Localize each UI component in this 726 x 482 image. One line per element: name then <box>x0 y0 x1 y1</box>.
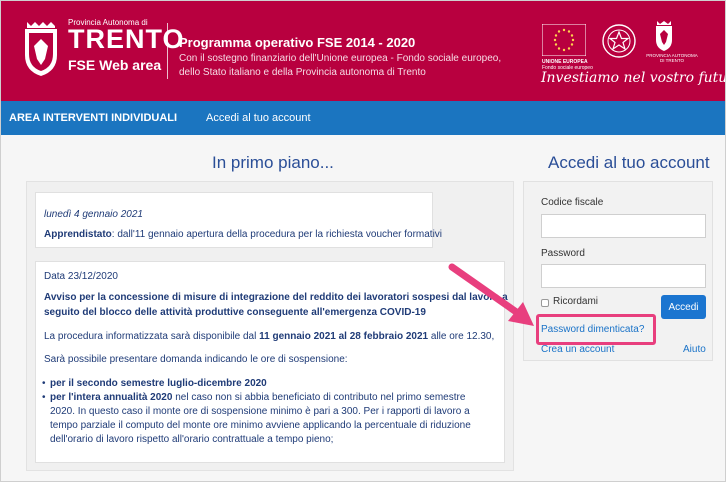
bullet-2-line-1: nel caso non si abbia beneficiato di con… <box>175 392 466 403</box>
news-panel: lunedì 4 gennaio 2021 Apprendistato: dal… <box>26 181 514 471</box>
program-desc-2: dello Stato italiano e della Provincia a… <box>179 67 426 78</box>
main-content: In primo piano... Accedi al tuo account … <box>1 135 725 481</box>
navbar: AREA INTERVENTI INDIVIDUALI Accedi al tu… <box>1 101 725 135</box>
trento-crest-icon <box>25 22 57 76</box>
bullet-2-line-2: 2020. In questo caso il monte ore di sos… <box>50 406 470 417</box>
news-item-1-label: Apprendistato <box>44 229 112 240</box>
news-item-2-heading-1: Avviso per la concessione di misure di i… <box>44 292 508 303</box>
province-logo-label-2: DI TRENTO <box>659 58 685 63</box>
bullet-2-bold: per l'intera annualità 2020 <box>50 392 173 403</box>
forgot-password-highlight <box>536 314 656 345</box>
bullet-icon: • <box>42 392 46 403</box>
password-input[interactable] <box>541 264 706 288</box>
news-item-2-intro: Sarà possibile presentare domanda indica… <box>44 354 348 365</box>
news-item-2-p1c: alle ore 12.30, <box>428 331 495 342</box>
slogan: Investiamo nel vostro futuro <box>541 70 726 86</box>
news-item-2-availability: La procedura informatizzata sarà disponi… <box>44 330 494 344</box>
program-title: Programma operativo FSE 2014 - 2020 <box>179 35 416 50</box>
news-item-1-text: Apprendistato: dall'11 gennaio apertura … <box>44 228 442 242</box>
remember-checkbox[interactable] <box>541 299 549 307</box>
news-item-2-p1a: La procedura informatizzata sarà disponi… <box>44 331 260 342</box>
news-item-1-date: lunedì 4 gennaio 2021 <box>44 209 143 220</box>
news-item-2-list: • per il secondo semestre luglio-dicembr… <box>42 377 515 447</box>
codice-fiscale-input[interactable] <box>541 214 706 238</box>
eu-flag-icon <box>542 24 586 56</box>
bullet-icon: • <box>42 378 46 389</box>
news-item-1: lunedì 4 gennaio 2021 Apprendistato: dal… <box>35 192 442 248</box>
area-name: FSE Web area <box>68 57 162 73</box>
create-account-link[interactable]: Crea un account <box>541 344 614 355</box>
news-item-2-heading: Avviso per la concessione di misure di i… <box>44 290 508 320</box>
news-item-2-p1b: 11 gennaio 2021 al 28 febbraio 2021 <box>259 331 429 342</box>
bullet-2-line-4: dell'orario di lavoro rispetto all'orari… <box>50 434 334 445</box>
remember-label[interactable]: Ricordami <box>553 296 598 307</box>
list-item: • per il secondo semestre luglio-dicembr… <box>42 377 515 391</box>
codice-fiscale-label: Codice fiscale <box>541 197 604 208</box>
login-section-title: Accedi al tuo account <box>548 153 710 172</box>
bullet-1-text: per il secondo semestre luglio-dicembre … <box>50 378 267 389</box>
news-item-2-heading-2: seguito del blocco delle attività produt… <box>44 307 426 318</box>
page: Provincia Autonoma di TRENTO FSE Web are… <box>0 0 726 482</box>
trento-eagle-icon <box>656 21 672 51</box>
site-header: Provincia Autonoma di TRENTO FSE Web are… <box>1 1 726 101</box>
program-desc-1: Con il sostegno finanziario dell'Unione … <box>179 53 502 64</box>
list-item: • per l'intera annualità 2020 nel caso n… <box>42 391 515 447</box>
news-item-2: Data 23/12/2020 Avviso per la concession… <box>35 261 508 463</box>
navbar-login-link[interactable]: Accedi al tuo account <box>206 112 311 124</box>
password-label: Password <box>541 248 585 259</box>
bullet-2-line-3: tempo parziale il computo del monte ore … <box>50 420 471 431</box>
header-divider <box>167 23 168 79</box>
news-item-2-date: Data 23/12/2020 <box>44 271 118 282</box>
province-logo-label: PROVINCIA AUTONOMA DI TRENTO <box>642 53 702 63</box>
news-item-1-body: : dall'11 gennaio apertura della procedu… <box>111 229 443 240</box>
navbar-section-title[interactable]: AREA INTERVENTI INDIVIDUALI <box>9 112 177 124</box>
italian-emblem-icon <box>602 24 636 58</box>
login-submit-button[interactable]: Accedi <box>661 295 706 319</box>
news-section-title: In primo piano... <box>212 153 334 172</box>
help-link[interactable]: Aiuto <box>683 344 706 355</box>
